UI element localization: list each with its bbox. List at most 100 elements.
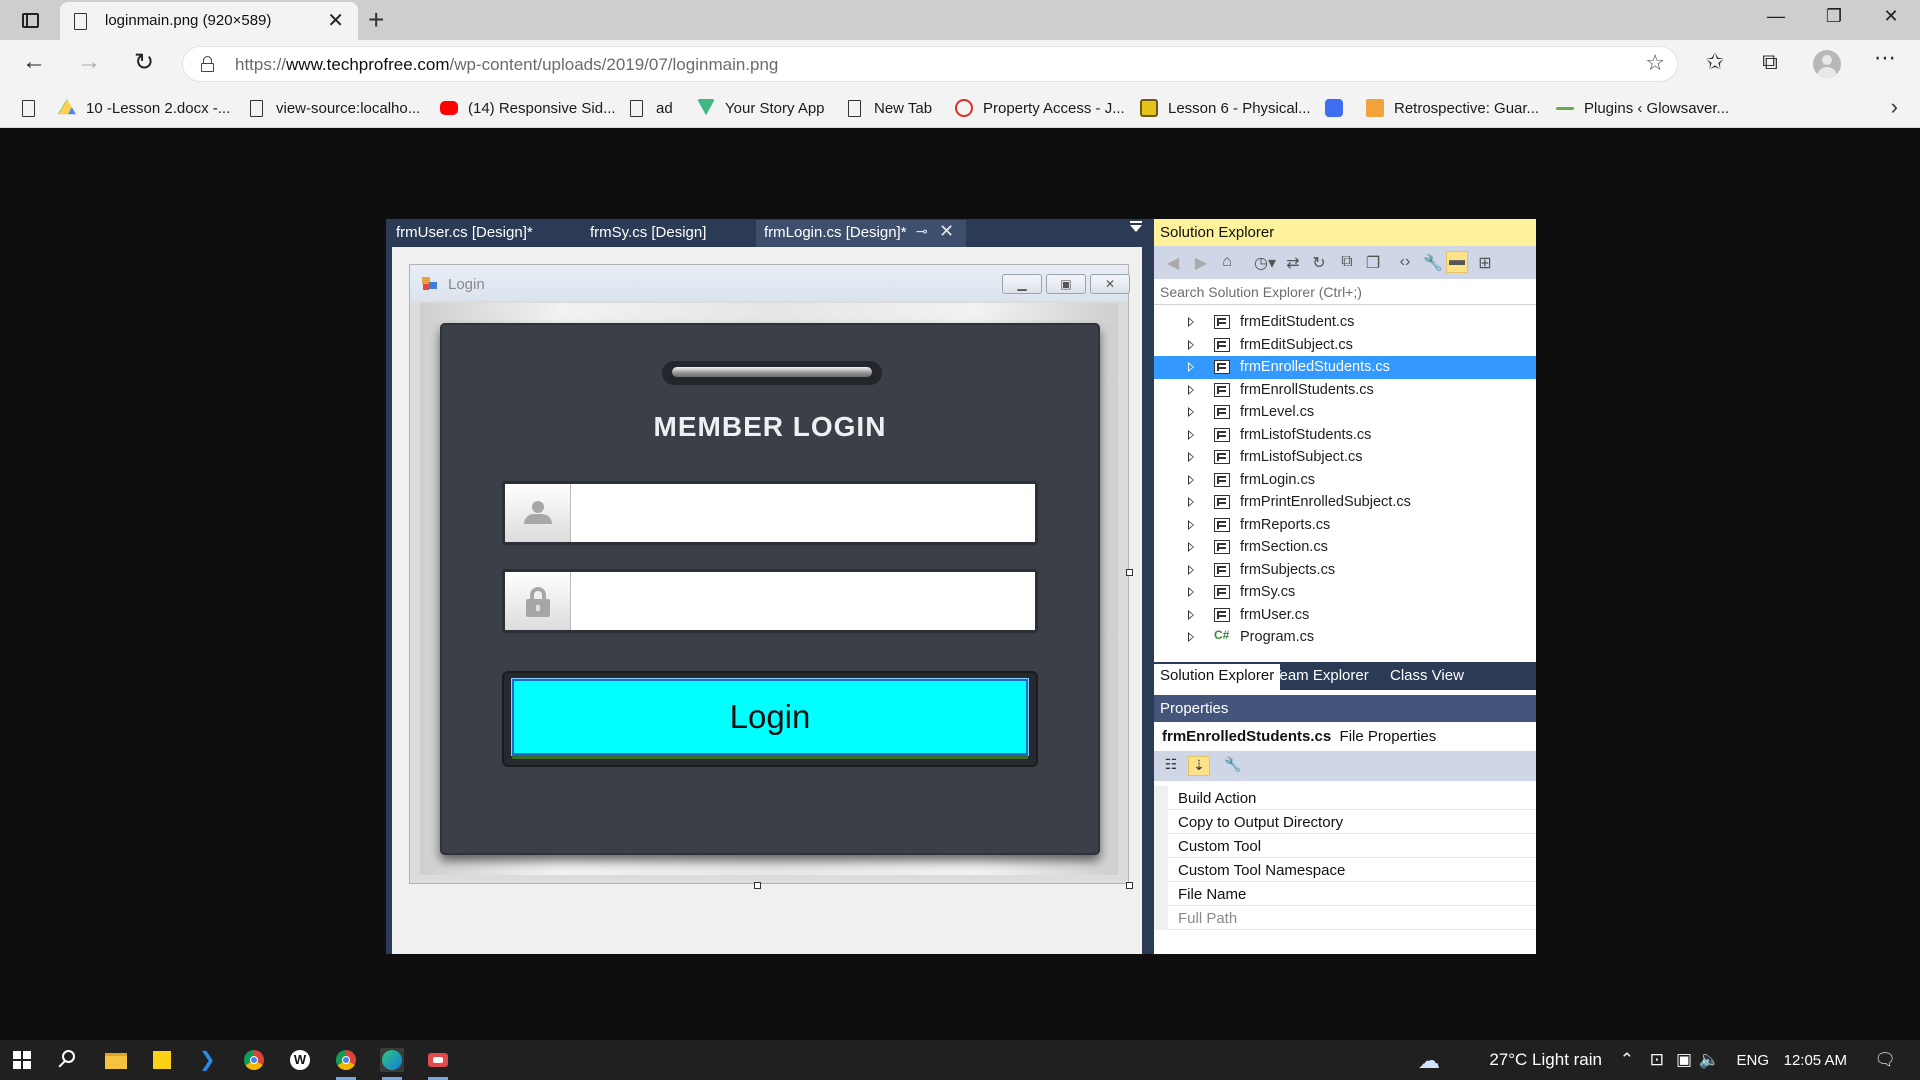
forward-icon[interactable]: ▶ (1190, 253, 1212, 273)
reload-button[interactable]: ↻ (128, 48, 160, 77)
tab-frmuser-design[interactable]: frmUser.cs [Design]* (396, 224, 533, 241)
more-menu-icon[interactable]: ⋯ (1870, 45, 1900, 71)
network-icon[interactable]: ▣ (1676, 1050, 1692, 1070)
bookmark-item[interactable]: (14) Responsive Sid... (440, 96, 616, 120)
forward-button[interactable]: → (73, 48, 105, 76)
expand-arrow-icon[interactable] (1188, 407, 1194, 417)
password-input[interactable] (573, 572, 1035, 630)
back-icon[interactable]: ◀ (1162, 253, 1184, 273)
copy-icon[interactable]: ❐ (1362, 253, 1384, 273)
tab-frmsy-design[interactable]: frmSy.cs [Design] (590, 224, 706, 241)
bookmark-item[interactable]: 10 -Lesson 2.docx -... (58, 96, 230, 120)
resize-handle[interactable] (1126, 882, 1133, 889)
expand-arrow-icon[interactable] (1188, 587, 1194, 597)
address-bar[interactable]: https://www.techprofree.com/wp-content/u… (182, 46, 1678, 82)
back-button[interactable]: ← (18, 48, 50, 76)
categorized-icon[interactable]: ☷ (1160, 756, 1182, 776)
login-form[interactable]: Login ▁ ▣ ✕ MEMBER LOGIN Login (409, 264, 1130, 884)
expand-arrow-icon[interactable] (1188, 429, 1194, 440)
property-row[interactable]: Custom Tool (1154, 834, 1536, 858)
resize-handle[interactable] (1126, 569, 1133, 576)
restore-button[interactable]: ❐ (1811, 6, 1857, 27)
refresh-icon[interactable]: ↻ (1308, 253, 1330, 273)
bookmark-item[interactable]: Lesson 6 - Physical... (1140, 96, 1311, 120)
view-code-icon[interactable]: ‹› (1394, 253, 1416, 271)
tab-actions-icon[interactable] (14, 8, 46, 32)
bookmark-page-icon[interactable] (20, 96, 48, 120)
form-maximize-button[interactable]: ▣ (1046, 274, 1086, 294)
bookmark-item[interactable]: view-source:localho... (248, 96, 420, 120)
tree-item-frmlistofstudents[interactable]: frmListofStudents.cs (1154, 424, 1536, 447)
collections-icon[interactable]: ⧉ (1755, 49, 1785, 75)
class-diagram-icon[interactable]: ⊞ (1474, 253, 1496, 273)
chrome-icon[interactable] (242, 1048, 266, 1072)
pin-icon[interactable]: ⊸ (916, 223, 928, 240)
home-icon[interactable]: ⌂ (1216, 253, 1238, 271)
property-pages-icon[interactable]: 🔧 (1222, 756, 1244, 776)
chevron-up-icon[interactable]: ⌃ (1620, 1050, 1634, 1070)
expand-arrow-icon[interactable] (1188, 564, 1194, 575)
form-minimize-button[interactable]: ▁ (1002, 274, 1042, 294)
new-tab-button[interactable]: + (368, 4, 384, 36)
expand-arrow-icon[interactable] (1188, 632, 1194, 642)
tree-item-frmsubjects[interactable]: frmSubjects.cs (1154, 559, 1536, 582)
username-input[interactable] (573, 484, 1035, 542)
alphabetical-icon[interactable]: ⇣ (1188, 756, 1210, 776)
tree-item-frmeditstudent[interactable]: frmEditStudent.cs (1154, 311, 1536, 334)
lock-icon[interactable] (201, 56, 214, 72)
property-row[interactable]: Full Path (1154, 906, 1536, 930)
edge-icon[interactable] (380, 1048, 404, 1080)
tab-team-explorer[interactable]: Team Explorer (1272, 667, 1369, 684)
favorites-icon[interactable]: ✩ (1700, 49, 1730, 75)
expand-arrow-icon[interactable] (1188, 317, 1194, 327)
search-icon[interactable] (56, 1048, 80, 1072)
expand-arrow-icon[interactable] (1188, 339, 1194, 350)
tab-class-view[interactable]: Class View (1390, 667, 1464, 684)
tree-item-frmenrollstudents[interactable]: frmEnrollStudents.cs (1154, 379, 1536, 402)
bookmark-item[interactable]: ad (628, 96, 673, 120)
tree-item-frmeditsubject[interactable]: frmEditSubject.cs (1154, 334, 1536, 357)
expand-arrow-icon[interactable] (1188, 452, 1194, 462)
weather-text[interactable]: 27°C Light rain (1489, 1050, 1602, 1070)
property-row[interactable]: File Name (1154, 882, 1536, 906)
file-explorer-icon[interactable] (104, 1048, 128, 1072)
collapse-all-icon[interactable]: ⧉ (1336, 253, 1358, 271)
resize-handle[interactable] (754, 882, 761, 889)
solution-search-input[interactable]: Search Solution Explorer (Ctrl+;) (1154, 279, 1536, 305)
preview-icon[interactable]: ▬ (1446, 251, 1468, 273)
close-icon[interactable]: ✕ (939, 221, 954, 242)
dropdown-icon[interactable] (1130, 221, 1142, 232)
expand-arrow-icon[interactable] (1188, 497, 1194, 507)
minimize-button[interactable]: — (1753, 6, 1799, 27)
windows-start-icon[interactable] (10, 1048, 34, 1072)
add-favorite-icon[interactable]: ☆ (1645, 50, 1665, 76)
expand-arrow-icon[interactable] (1188, 474, 1194, 485)
tree-item-program[interactable]: C# Program.cs (1154, 626, 1536, 649)
sync-icon[interactable]: ⇄ (1282, 253, 1304, 273)
tab-frmlogin-design[interactable]: frmLogin.cs [Design]* ⊸ ✕ (756, 220, 966, 247)
chrome-profile-icon[interactable] (334, 1048, 358, 1080)
tree-item-frmenrolledstudents[interactable]: frmEnrolledStudents.cs (1154, 356, 1536, 379)
property-row[interactable]: Copy to Output Directory (1154, 810, 1536, 834)
expand-arrow-icon[interactable] (1188, 609, 1194, 620)
properties-subject[interactable]: frmEnrolledStudents.cs File Properties (1162, 728, 1436, 745)
clock[interactable]: 12:05 AM (1784, 1052, 1847, 1069)
expand-arrow-icon[interactable] (1188, 542, 1194, 552)
tree-item-frmsection[interactable]: frmSection.cs (1154, 536, 1536, 559)
browser-tab[interactable]: loginmain.png (920×589) ✕ (60, 2, 358, 40)
notifications-icon[interactable]: 🗨 (1874, 1050, 1896, 1070)
expand-arrow-icon[interactable] (1188, 519, 1194, 530)
word-app-icon[interactable]: W (288, 1048, 312, 1072)
tree-item-frmreports[interactable]: frmReports.cs (1154, 514, 1536, 537)
window-close-button[interactable]: ✕ (1868, 6, 1914, 27)
tree-item-frmlogin[interactable]: frmLogin.cs (1154, 469, 1536, 492)
snipping-tool-icon[interactable] (426, 1048, 450, 1080)
address-url[interactable]: https://www.techprofree.com/wp-content/u… (235, 55, 778, 75)
tree-item-frmlistofsubject[interactable]: frmListofSubject.cs (1154, 446, 1536, 469)
vscode-icon[interactable]: ❯ (196, 1048, 220, 1072)
volume-icon[interactable]: 🔈 (1699, 1050, 1720, 1070)
form-close-button[interactable]: ✕ (1090, 274, 1130, 294)
profile-avatar[interactable] (1813, 50, 1841, 78)
bookmark-item[interactable] (1325, 96, 1353, 120)
sticky-notes-icon[interactable] (150, 1048, 174, 1072)
